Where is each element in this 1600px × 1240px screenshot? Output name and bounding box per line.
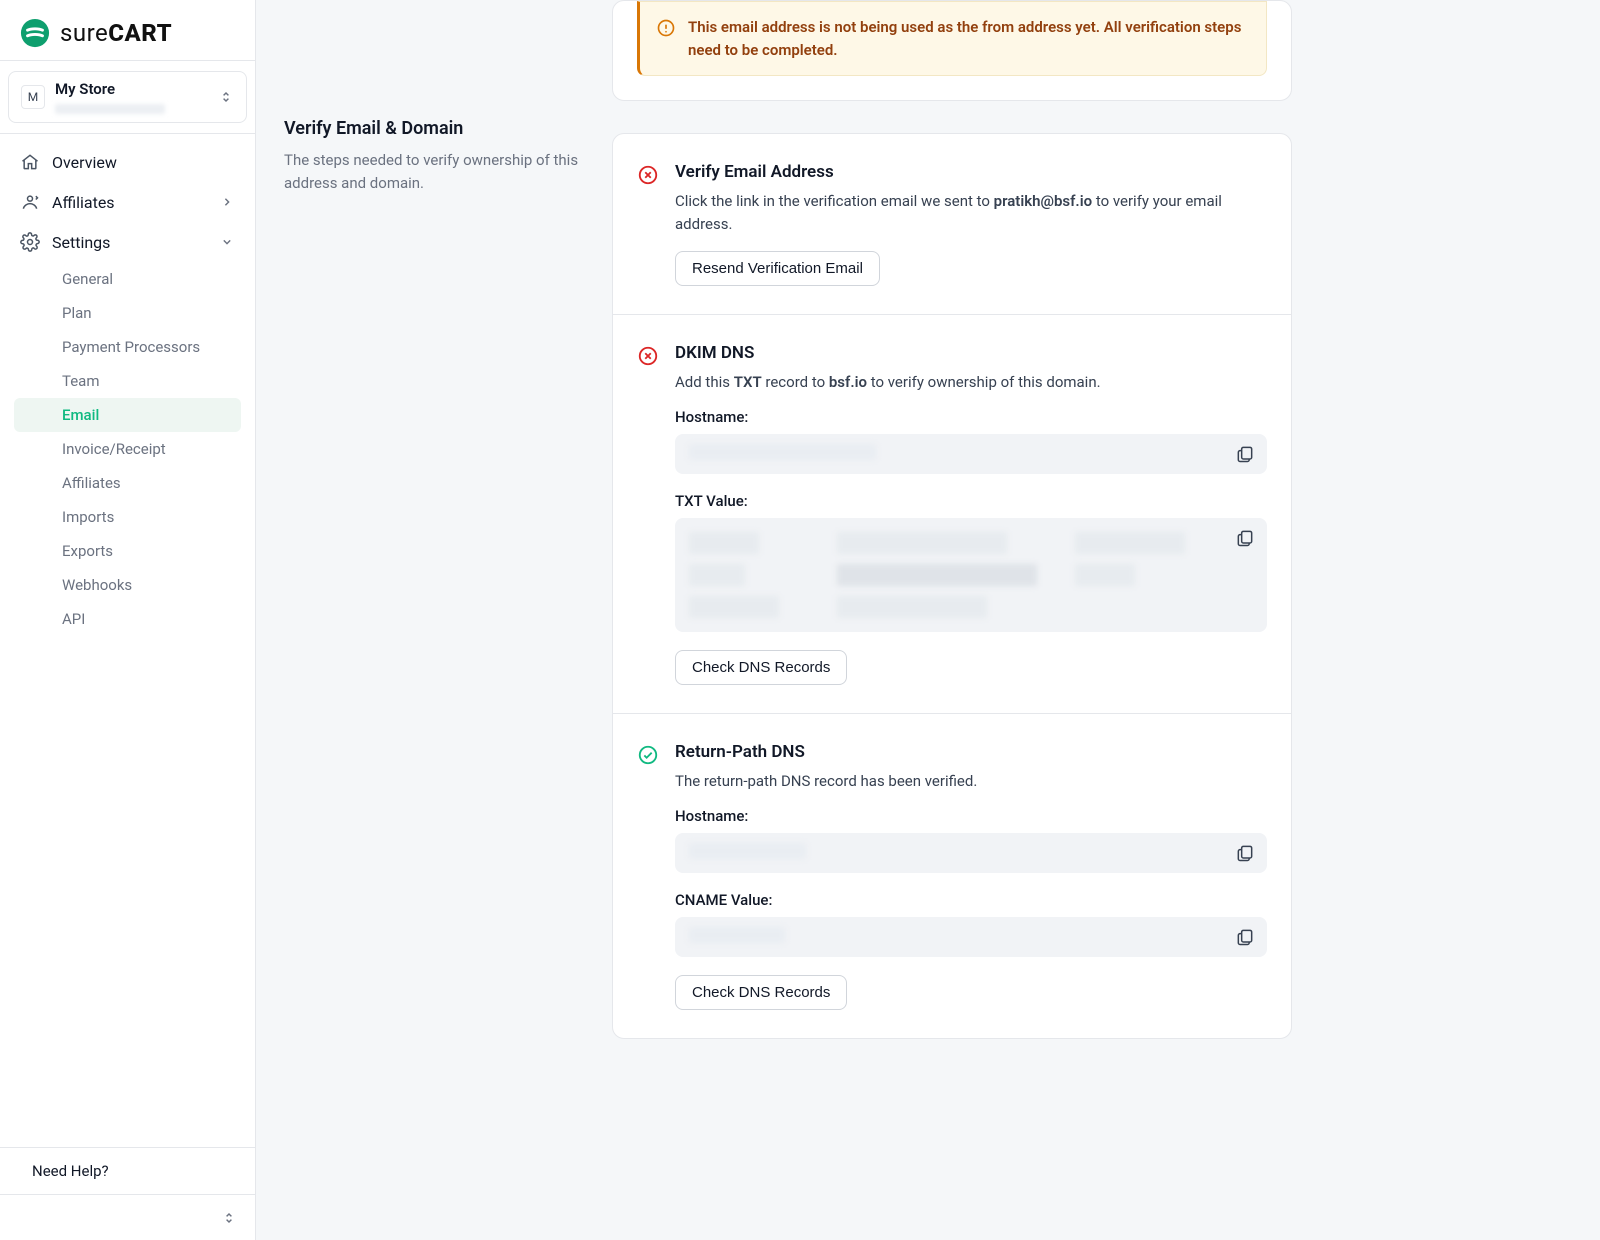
- section-body: This email address is not being used as …: [612, 0, 1292, 1200]
- subnav-exports[interactable]: Exports: [14, 534, 241, 568]
- redacted-text: [689, 843, 806, 859]
- return-path-hostname-label: Hostname:: [675, 807, 1267, 825]
- redacted-text: [689, 444, 876, 460]
- resend-verification-button[interactable]: Resend Verification Email: [675, 251, 880, 286]
- error-icon: [637, 345, 659, 367]
- sidebar-item-label: Overview: [52, 153, 117, 172]
- surecart-logo-icon: [20, 18, 50, 48]
- updown-icon: [218, 89, 234, 105]
- primary-nav: Overview Affiliates: [0, 134, 255, 652]
- divider: [0, 60, 255, 61]
- verify-email-desc: Click the link in the verification email…: [675, 190, 1267, 237]
- sidebar-item-settings[interactable]: Settings: [8, 222, 247, 262]
- alert-card: This email address is not being used as …: [612, 0, 1292, 101]
- verify-card: Verify Email Address Click the link in t…: [612, 133, 1292, 1039]
- return-path-desc: The return-path DNS record has been veri…: [675, 770, 1267, 793]
- gear-icon: [20, 232, 40, 252]
- dkim-domain: bsf.io: [829, 373, 867, 391]
- success-icon: [637, 744, 659, 766]
- redacted-text: [689, 927, 785, 943]
- error-icon: [637, 164, 659, 186]
- return-path-cname-label: CNAME Value:: [675, 891, 1267, 909]
- sidebar: sureCART M My Store: [0, 0, 256, 1240]
- subnav-email[interactable]: Email: [14, 398, 241, 432]
- updown-icon: [221, 1210, 237, 1226]
- home-icon: [20, 152, 40, 172]
- subnav-invoice-receipt[interactable]: Invoice/Receipt: [14, 432, 241, 466]
- section-description: Verify Email & Domain The steps needed t…: [284, 0, 584, 1200]
- return-path-item: Return-Path DNS The return-path DNS reco…: [613, 713, 1291, 1038]
- dkim-item: DKIM DNS Add this TXT record to bsf.io t…: [613, 314, 1291, 713]
- redacted-text: [689, 528, 1223, 622]
- dkim-title: DKIM DNS: [675, 343, 1267, 363]
- dkim-hostname-value[interactable]: [675, 434, 1267, 474]
- chevron-right-icon: [219, 194, 235, 210]
- dkim-hostname-label: Hostname:: [675, 408, 1267, 426]
- section-desc: The steps needed to verify ownership of …: [284, 149, 584, 196]
- copy-icon[interactable]: [1235, 528, 1255, 548]
- sidebar-item-affiliates[interactable]: Affiliates: [8, 182, 247, 222]
- chevron-down-icon: [219, 234, 235, 250]
- alert-message: This email address is not being used as …: [688, 16, 1248, 61]
- sidebar-item-label: Settings: [52, 233, 110, 252]
- main-content: Verify Email & Domain The steps needed t…: [256, 0, 1600, 1240]
- sidebar-footer: Need Help?: [0, 1147, 255, 1194]
- subnav-payment-processors[interactable]: Payment Processors: [14, 330, 241, 364]
- store-name: My Store: [55, 80, 165, 98]
- settings-subnav: General Plan Payment Processors Team Ema…: [8, 262, 247, 644]
- verification-pending-alert: This email address is not being used as …: [637, 1, 1267, 76]
- dkim-desc: Add this TXT record to bsf.io to verify …: [675, 371, 1267, 394]
- store-subtext-blurred: [55, 104, 165, 114]
- copy-icon[interactable]: [1235, 843, 1255, 863]
- subnav-team[interactable]: Team: [14, 364, 241, 398]
- store-switcher[interactable]: M My Store: [8, 71, 247, 123]
- return-path-title: Return-Path DNS: [675, 742, 1267, 762]
- affiliates-icon: [20, 192, 40, 212]
- help-label: Need Help?: [32, 1162, 109, 1180]
- help-link[interactable]: Need Help?: [20, 1162, 235, 1180]
- section-title: Verify Email & Domain: [284, 118, 584, 139]
- subnav-affiliates[interactable]: Affiliates: [14, 466, 241, 500]
- subnav-general[interactable]: General: [14, 262, 241, 296]
- brand: sureCART: [0, 0, 255, 60]
- check-dns-button[interactable]: Check DNS Records: [675, 975, 847, 1010]
- subnav-webhooks[interactable]: Webhooks: [14, 568, 241, 602]
- verify-email-address: pratikh@bsf.io: [994, 192, 1092, 210]
- sidebar-item-overview[interactable]: Overview: [8, 142, 247, 182]
- subnav-api[interactable]: API: [14, 602, 241, 636]
- verify-email-item: Verify Email Address Click the link in t…: [613, 134, 1291, 314]
- verify-email-title: Verify Email Address: [675, 162, 1267, 182]
- store-avatar: M: [21, 85, 45, 109]
- brand-text: sureCART: [60, 19, 172, 47]
- return-path-hostname-value[interactable]: [675, 833, 1267, 873]
- copy-icon[interactable]: [1235, 444, 1255, 464]
- subnav-plan[interactable]: Plan: [14, 296, 241, 330]
- dkim-txt-label: TXT Value:: [675, 492, 1267, 510]
- copy-icon[interactable]: [1235, 927, 1255, 947]
- sidebar-collapse-toggle[interactable]: [0, 1194, 255, 1240]
- dkim-txt-value[interactable]: [675, 518, 1267, 632]
- subnav-imports[interactable]: Imports: [14, 500, 241, 534]
- return-path-cname-value[interactable]: [675, 917, 1267, 957]
- sidebar-item-label: Affiliates: [52, 193, 115, 212]
- check-dns-button[interactable]: Check DNS Records: [675, 650, 847, 685]
- alert-icon: [656, 18, 676, 38]
